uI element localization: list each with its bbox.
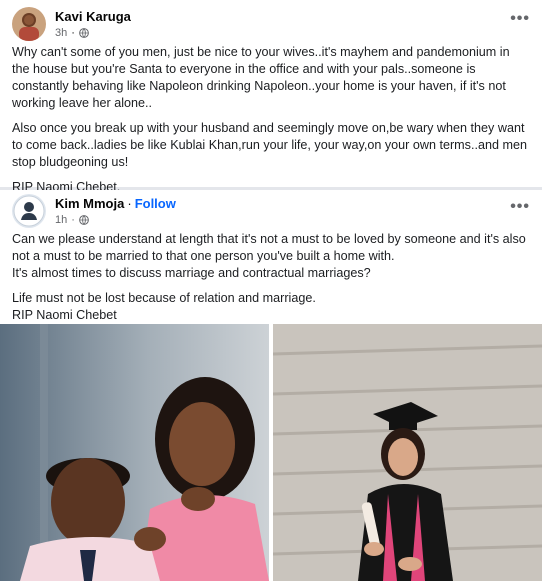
post-paragraph: Also once you break up with your husband…	[12, 121, 527, 169]
separator-dot: ·	[127, 196, 132, 211]
avatar[interactable]	[12, 7, 46, 41]
post-kavi-karuga: Kavi Karuga 3h · ••• Why can't some of y…	[0, 0, 542, 194]
globe-icon	[79, 28, 89, 38]
globe-icon	[79, 215, 89, 225]
post-text-line: Can we please understand at length that …	[12, 232, 526, 263]
photo-grid	[0, 324, 542, 581]
post-header: Kim Mmoja · Follow 1h ·	[12, 194, 176, 228]
post-text-line: Life must not be lost because of relatio…	[12, 291, 316, 305]
post-time[interactable]: 1h	[55, 214, 67, 226]
post-time[interactable]: 3h	[55, 27, 67, 39]
post-text-line: RIP Naomi Chebet	[12, 308, 117, 322]
post-header: Kavi Karuga 3h ·	[12, 7, 131, 41]
post-menu-button[interactable]: •••	[510, 10, 530, 28]
photo-graduate[interactable]	[273, 324, 542, 581]
post-kim-mmoja: Kim Mmoja · Follow 1h · ••• Can we pleas…	[0, 190, 542, 581]
post-text-line: It's almost times to discuss marriage an…	[12, 266, 371, 280]
author-name[interactable]: Kim Mmoja	[55, 196, 124, 212]
post-menu-button[interactable]: •••	[510, 198, 530, 216]
follow-button[interactable]: Follow	[135, 196, 176, 212]
avatar[interactable]	[12, 194, 46, 228]
photo-couple[interactable]	[0, 324, 269, 581]
author-name[interactable]: Kavi Karuga	[55, 9, 131, 25]
post-body: Why can't some of you men, just be nice …	[12, 44, 528, 204]
post-body: Can we please understand at length that …	[12, 231, 528, 332]
post-paragraph: Why can't some of you men, just be nice …	[12, 45, 510, 110]
